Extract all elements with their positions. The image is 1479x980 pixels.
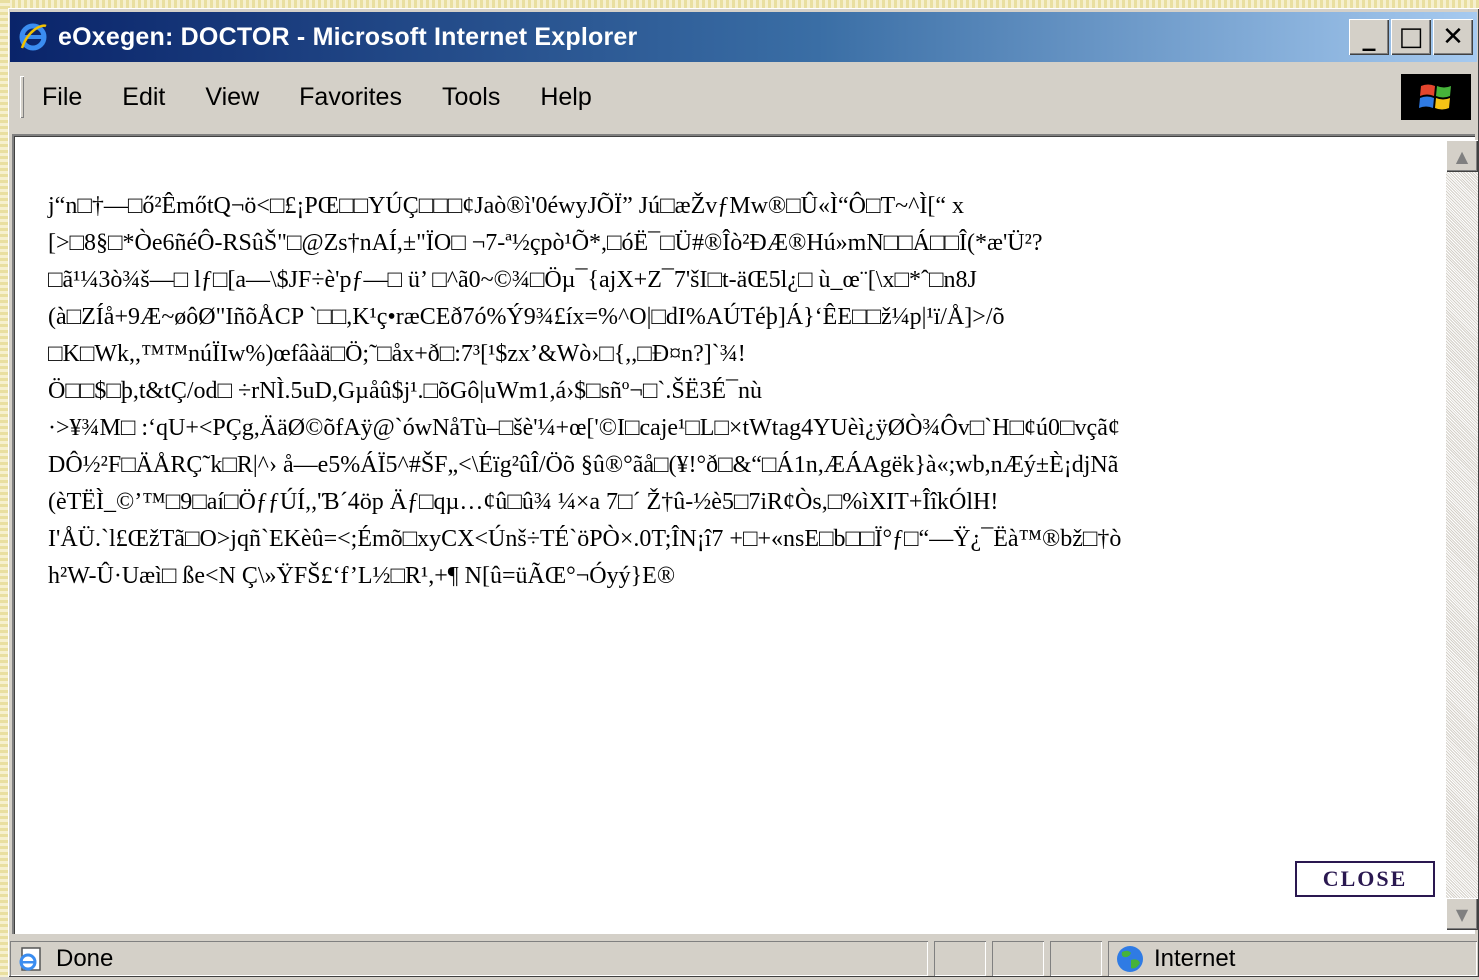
menu-help[interactable]: Help xyxy=(540,83,591,112)
status-text: Done xyxy=(56,944,114,972)
close-window-button[interactable]: ✕ xyxy=(1433,19,1473,55)
menu-edit[interactable]: Edit xyxy=(122,83,165,112)
ie-logo-icon[interactable] xyxy=(16,20,50,54)
browser-window: eOxegen: DOCTOR - Microsoft Internet Exp… xyxy=(8,8,1479,977)
menu-favorites[interactable]: Favorites xyxy=(299,83,402,112)
page-body: j“n□†—□ő²ÊmőtQ¬ö<□£¡PŒ□□YÚÇ□□□¢Jaò®ì'0éw… xyxy=(18,140,1436,930)
content-area: j“n□†—□ő²ÊmőtQ¬ö<□£¡PŒ□□YÚÇ□□□¢Jaò®ì'0éw… xyxy=(12,134,1478,934)
text-line: DÔ½²F□ÄÅRÇ˜k□R|^› å—e5%ÁÏ5^#ŠF„<\Éïg²ûÎ/… xyxy=(48,452,1119,478)
status-bar: Done Internet xyxy=(10,940,1477,977)
scroll-down-button[interactable]: ▼ xyxy=(1446,898,1478,930)
toolbar-grip[interactable] xyxy=(20,76,24,118)
text-line: Ö□□$□þ,t&tÇ/od□ ÷rNÌ.5uD,Gµåû$j¹.□õGô|uW… xyxy=(48,378,763,404)
title-bar[interactable]: eOxegen: DOCTOR - Microsoft Internet Exp… xyxy=(10,12,1477,62)
page-done-icon xyxy=(16,944,46,974)
text-line: [>□8§□*Òe6ñéÔ-RSûŠ"□@Zs†nAÍ,±"ÏO□ ¬7-ª½ç… xyxy=(48,230,1043,256)
menu-tools[interactable]: Tools xyxy=(442,83,500,112)
menu-view[interactable]: View xyxy=(205,83,259,112)
status-cell-lock xyxy=(992,941,1044,976)
close-button[interactable]: CLOSE xyxy=(1295,861,1435,897)
minimize-button[interactable]: _ xyxy=(1349,19,1389,55)
text-line: (à□ZÍå+9Æ~øôØ"IñõÅCP `□□,K¹ç•ræCEð7ó%Ý9¾… xyxy=(48,304,1005,330)
window-title: eOxegen: DOCTOR - Microsoft Internet Exp… xyxy=(58,22,638,51)
text-line: h²W-Û·Uæì□ ße<N Ç\»ŸFŠ£‘f’L½□R¹,+¶ N[û=ü… xyxy=(48,563,676,589)
text-line: □K□Wk,,™™núÏIw%)œfâàä□Ö;˜□åx+ð□:7³[¹$zx’… xyxy=(48,341,746,367)
status-panel: Done xyxy=(10,941,928,976)
close-icon: ✕ xyxy=(1442,22,1464,52)
text-line: j“n□†—□ő²ÊmőtQ¬ö<□£¡PŒ□□YÚÇ□□□¢Jaò®ì'0éw… xyxy=(48,193,965,219)
garbled-text: j“n□†—□ő²ÊmőtQ¬ö<□£¡PŒ□□YÚÇ□□□¢Jaò®ì'0éw… xyxy=(48,188,1428,595)
zone-label: Internet xyxy=(1154,944,1236,972)
status-cell-progress xyxy=(934,941,986,976)
arrow-up-icon: ▲ xyxy=(1455,146,1469,166)
window-controls: _ □ ✕ xyxy=(1349,19,1473,55)
windows-logo-icon xyxy=(1401,74,1471,120)
text-line: I'ÅÜ.`l£ŒžTã□O>jqñ`EKèû=<;Émõ□xyCX<Únš÷T… xyxy=(48,526,1122,552)
arrow-down-icon: ▼ xyxy=(1455,904,1469,924)
security-zone[interactable]: Internet xyxy=(1108,941,1477,976)
text-line: ·>¥¾M□ :‘qU+<PÇg,ÄäØ©õfAÿ@`ówNåTù–□šè'¼+… xyxy=(48,415,1120,441)
menu-bar: File Edit View Favorites Tools Help xyxy=(10,70,1477,124)
scroll-up-button[interactable]: ▲ xyxy=(1446,140,1478,172)
desktop-edge-top xyxy=(0,0,1479,8)
text-line: (èTËÌ_©’™□9□aí□ÖƒƒÚÍ,,'Ɓ´4öp Äƒ□qµ…¢û□û¾… xyxy=(48,489,999,515)
vertical-scrollbar[interactable]: ▲ ▼ xyxy=(1446,140,1478,930)
status-cell-blank xyxy=(1050,941,1102,976)
text-line: □ã¹¼3ò¾š—□ lƒ□[a—\$JF÷è'pƒ—□ ü’ □^ã0~©¾□… xyxy=(48,267,977,293)
minimize-icon: _ xyxy=(1362,22,1376,52)
maximize-button[interactable]: □ xyxy=(1391,19,1431,55)
menu-file[interactable]: File xyxy=(42,83,82,112)
maximize-icon: □ xyxy=(1398,22,1424,52)
internet-globe-icon xyxy=(1114,943,1146,975)
